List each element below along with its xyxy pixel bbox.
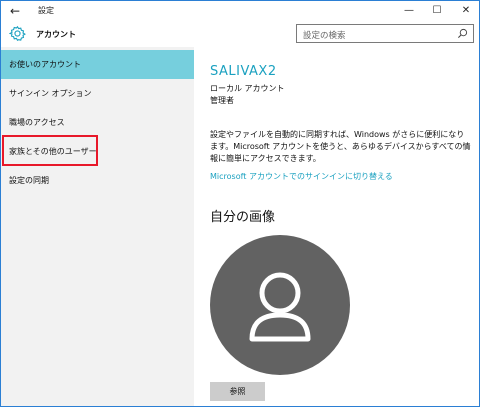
user-icon [249,272,311,342]
window-title: 設定 [38,6,54,15]
account-role: 管理者 [210,96,234,105]
sidebar-item-sync-settings[interactable]: 設定の同期 [1,166,194,195]
page-title: アカウント [36,30,76,39]
browse-button[interactable]: 参照 [210,382,265,401]
sync-description: 設定やファイルを自動的に同期すれば、Windows がさらに便利になります。Mi… [210,130,471,163]
search-placeholder: 設定の検索 [303,31,346,41]
account-type: ローカル アカウント [210,84,285,93]
sidebar-item-sign-in-options[interactable]: サインイン オプション [1,79,194,108]
picture-heading: 自分の画像 [210,210,276,225]
title-bar: ← 設定 — ☐ ✕ [1,1,479,21]
sidebar-item-your-account[interactable]: お使いのアカウント [1,50,194,79]
highlight-box [2,135,98,166]
close-button[interactable]: ✕ [453,2,479,20]
sidebar: お使いのアカウント サインイン オプション 職場のアクセス 家族とその他のユーザ… [1,47,194,406]
gear-icon [9,25,26,41]
minimize-button[interactable]: — [396,2,422,20]
back-arrow-icon[interactable]: ← [7,3,23,19]
page-header: アカウント 設定の検索 [1,21,479,47]
settings-window: ← 設定 — ☐ ✕ アカウント 設定の検索 お使いのアカウント サインイン オ… [0,0,480,407]
search-icon[interactable] [457,28,468,39]
avatar [210,235,350,375]
sidebar-item-work-access[interactable]: 職場のアクセス [1,108,194,137]
user-name: SALIVAX2 [210,64,277,79]
search-input[interactable]: 設定の検索 [296,24,474,43]
microsoft-account-link[interactable]: Microsoft アカウントでのサインインに切り替える [210,171,393,182]
maximize-button[interactable]: ☐ [424,2,450,20]
main-content: SALIVAX2 ローカル アカウント 管理者 設定やファイルを自動的に同期すれ… [194,47,479,406]
